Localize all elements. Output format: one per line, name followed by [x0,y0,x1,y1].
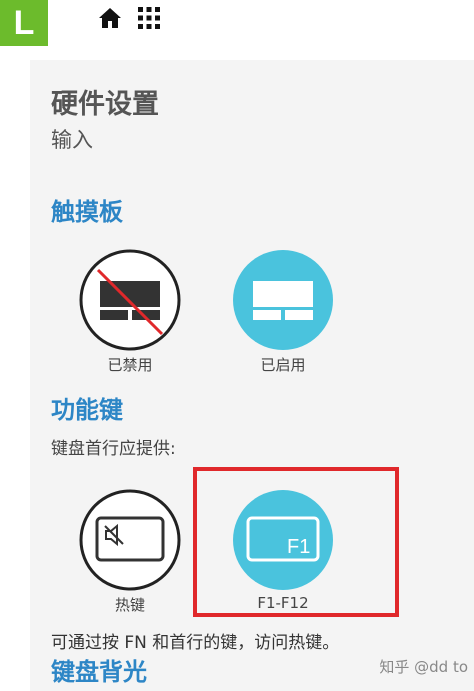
top-bar: L [0,0,474,46]
app-logo: L [0,0,48,46]
selection-highlight-box [193,467,399,617]
touchpad-disabled-label: 已禁用 [107,356,153,374]
touchpad-heading: 触摸板 [51,198,123,226]
hotkeys-option[interactable]: 热键 [75,488,185,618]
apps-grid-icon[interactable] [137,6,161,30]
hotkey-mute-icon [78,488,182,592]
hardware-settings-panel: 硬件设置 输入 触摸板 已禁用 已启用 功能键 键盘首行应提供: 热键 F1 F… [30,60,474,691]
page-title: 硬件设置 [51,89,159,120]
touchpad-disabled-icon [78,248,182,352]
keyboard-backlight-heading: 键盘背光 [51,658,147,686]
touchpad-enabled-option[interactable]: 已启用 [228,248,338,378]
watermark: 知乎 @dd to [379,658,468,676]
hotkeys-label: 热键 [114,596,145,614]
touchpad-icon [231,248,335,352]
touchpad-enabled-label: 已启用 [260,356,306,374]
function-keys-heading: 功能键 [51,396,123,424]
function-keys-prompt: 键盘首行应提供: [51,439,176,459]
home-icon[interactable] [98,6,122,30]
function-keys-note: 可通过按 FN 和首行的键，访问热键。 [51,633,340,653]
touchpad-disabled-option[interactable]: 已禁用 [75,248,185,378]
page-subtitle: 输入 [51,128,93,152]
